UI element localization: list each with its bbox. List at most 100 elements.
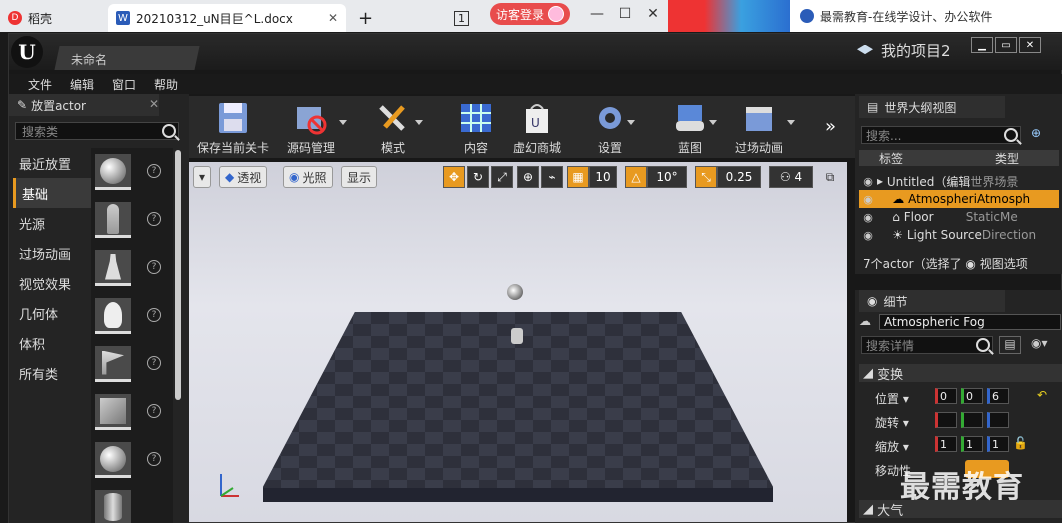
list-item[interactable]: ? <box>91 436 173 484</box>
column-label[interactable]: 标签 <box>859 150 989 166</box>
category-basic[interactable]: 基础 <box>13 178 91 208</box>
rotation-y-field[interactable] <box>961 412 983 428</box>
help-icon[interactable]: ? <box>147 260 161 274</box>
modes-button[interactable]: 模式 <box>365 98 421 156</box>
chevron-down-icon[interactable] <box>709 120 717 125</box>
close-icon[interactable]: ✕ <box>149 97 159 111</box>
menu-file[interactable]: 文件 <box>19 76 61 93</box>
table-row[interactable]: ◉ ☀ Light Source Direction <box>859 226 1059 244</box>
ue-close-button[interactable]: ✕ <box>1019 37 1041 53</box>
outliner-search-input[interactable]: 搜索... <box>861 126 1021 144</box>
scale-snap-dropdown[interactable]: 0.25 <box>717 166 761 188</box>
menu-help[interactable]: 帮助 <box>145 76 187 93</box>
view-options-button[interactable]: 视图选项 <box>980 257 1028 271</box>
details-search-input[interactable]: 搜索详情 <box>861 336 993 354</box>
search-classes-input[interactable]: 搜索类 <box>15 122 179 140</box>
transform-section[interactable]: ◢ 变换 <box>859 364 1062 383</box>
sky-sphere-object[interactable] <box>507 284 523 300</box>
minimize-button[interactable]: — <box>582 2 612 26</box>
help-icon[interactable]: ? <box>147 356 161 370</box>
category-geometry[interactable]: 几何体 <box>13 298 91 328</box>
actor-name-field[interactable]: Atmospheric Fog <box>879 314 1061 330</box>
level-viewport[interactable]: ▾ ◆ 透视 ◉ 光照 显示 ✥ ↻ ⤢ ⊕ ⌁ ▦ 10 △ 10° ⤡ 0.25… <box>189 162 847 522</box>
blueprints-button[interactable]: 蓝图 <box>667 98 713 156</box>
rotation-z-field[interactable] <box>987 412 1009 428</box>
tab-close-icon[interactable]: ✕ <box>328 11 338 25</box>
lock-icon[interactable]: 🔓 <box>1013 436 1028 450</box>
category-volumes[interactable]: 体积 <box>13 328 91 358</box>
rotation-snap-dropdown[interactable]: 10° <box>647 166 687 188</box>
visitor-login-button[interactable]: 访客登录 <box>490 3 571 25</box>
list-item[interactable]: ? <box>91 292 173 340</box>
grid-snap-toggle[interactable]: ▦ <box>567 166 589 188</box>
list-item[interactable]: ? <box>91 388 173 436</box>
maximize-viewport-button[interactable]: ⧉ <box>821 166 839 188</box>
help-icon[interactable]: ? <box>147 212 161 226</box>
camera-speed-button[interactable]: ⚇ 4 <box>769 166 813 188</box>
world-outliner-tab[interactable]: ▤ 世界大纲视图 <box>859 96 1005 118</box>
scrollbar[interactable] <box>175 150 181 400</box>
cinematics-button[interactable]: 过场动画 <box>729 98 789 156</box>
scale-tool-button[interactable]: ⤢ <box>491 166 513 188</box>
marketplace-button[interactable]: U 虚幻商城 <box>507 98 567 156</box>
location-label[interactable]: 位置 ▾ <box>875 390 909 407</box>
category-visual-effects[interactable]: 视觉效果 <box>13 268 91 298</box>
rotate-tool-button[interactable]: ↻ <box>467 166 489 188</box>
category-cinematic[interactable]: 过场动画 <box>13 238 91 268</box>
new-tab-button[interactable]: + <box>350 4 381 32</box>
viewport-options-button[interactable]: ▾ <box>193 166 212 188</box>
list-item[interactable]: ? <box>91 244 173 292</box>
search-icon[interactable] <box>162 124 176 138</box>
table-row[interactable]: ◉ ▸ Untitled（编辑 世界场景 <box>859 172 1059 190</box>
content-button[interactable]: 内容 <box>453 98 499 156</box>
chevron-down-icon[interactable] <box>415 120 423 125</box>
eye-icon[interactable]: ◉ <box>859 211 877 224</box>
toolbar-overflow-button[interactable]: » <box>825 116 836 137</box>
menu-window[interactable]: 窗口 <box>103 76 145 93</box>
scale-y-field[interactable]: 1 <box>961 436 983 452</box>
table-row[interactable]: ◉ ☁ AtmospheriAtmosph <box>859 190 1059 208</box>
list-item[interactable]: ? <box>91 148 173 196</box>
world-space-button[interactable]: ⊕ <box>517 166 539 188</box>
reset-arrow-icon[interactable]: ↶ <box>1037 388 1047 402</box>
menu-edit[interactable]: 编辑 <box>61 76 103 93</box>
eye-icon[interactable]: ◉ <box>859 175 877 188</box>
scale-z-field[interactable]: 1 <box>987 436 1009 452</box>
surface-snap-button[interactable]: ⌁ <box>541 166 563 188</box>
help-icon[interactable]: ? <box>147 404 161 418</box>
chevron-down-icon[interactable] <box>627 120 635 125</box>
location-x-field[interactable]: 0 <box>935 388 957 404</box>
rotation-snap-toggle[interactable]: △ <box>625 166 647 188</box>
place-actors-tab[interactable]: ✎ 放置actor <box>9 94 159 116</box>
chevron-down-icon[interactable] <box>787 120 795 125</box>
column-type[interactable]: 类型 <box>989 150 1019 166</box>
save-level-button[interactable]: 保存当前关卡 <box>195 98 271 156</box>
help-icon[interactable]: ? <box>147 308 161 322</box>
settings-button[interactable]: 设置 <box>587 98 633 156</box>
location-z-field[interactable]: 6 <box>987 388 1009 404</box>
close-button[interactable]: ✕ <box>638 2 668 26</box>
category-recent[interactable]: 最近放置 <box>13 148 91 178</box>
browser-tab-edu[interactable]: 最需教育-在线学设计、办公软件 <box>790 0 1062 32</box>
source-control-button[interactable]: 源码管理 <box>281 98 341 156</box>
rotation-x-field[interactable] <box>935 412 957 428</box>
chevron-down-icon[interactable] <box>339 120 347 125</box>
rotation-label[interactable]: 旋转 ▾ <box>875 414 909 431</box>
ue-minimize-button[interactable]: ▁ <box>971 37 993 53</box>
lit-button[interactable]: ◉ 光照 <box>283 166 333 188</box>
table-row[interactable]: ◉ ⌂ Floor StaticMe <box>859 208 1059 226</box>
grid-size-dropdown[interactable]: 10 <box>589 166 617 188</box>
list-item[interactable]: ? <box>91 340 173 388</box>
scale-label[interactable]: 缩放 ▾ <box>875 438 909 455</box>
category-lights[interactable]: 光源 <box>13 208 91 238</box>
eye-icon[interactable]: ◉▾ <box>1031 336 1048 350</box>
search-icon[interactable] <box>976 338 990 352</box>
eye-icon[interactable]: ◉ <box>859 193 877 206</box>
ue-maximize-button[interactable]: ▭ <box>995 37 1017 53</box>
location-y-field[interactable]: 0 <box>961 388 983 404</box>
help-icon[interactable]: ? <box>147 164 161 178</box>
scale-snap-toggle[interactable]: ⤡ <box>695 166 717 188</box>
details-tab[interactable]: ◉ 细节 <box>859 290 1005 312</box>
move-tool-button[interactable]: ✥ <box>443 166 465 188</box>
search-icon[interactable] <box>1004 128 1018 142</box>
